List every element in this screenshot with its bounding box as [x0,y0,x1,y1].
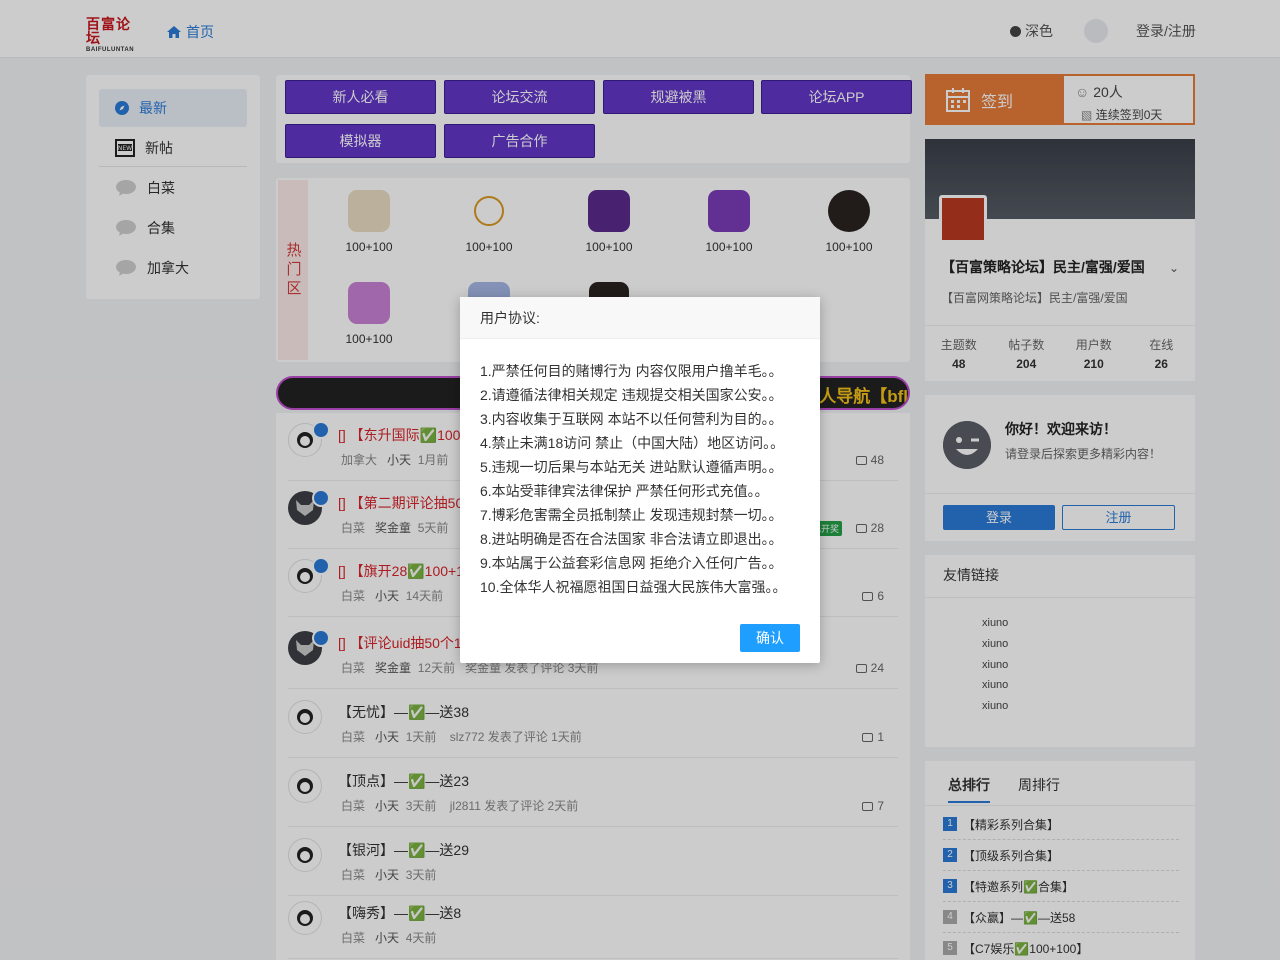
user-agreement-dialog: 用户协议: 1.严禁任何目的赌博行为 内容仅限用户撸羊毛。。 2.请遵循法律相关… [460,297,820,663]
agreement-item: 5.违规一切后果与本站无关 进站默认遵循声明。。 [480,459,783,475]
agreement-item: 7.博彩危害需全员抵制禁止 发现违规封禁一切。。 [480,507,783,523]
agreement-list: 1.严禁任何目的赌博行为 内容仅限用户撸羊毛。。 2.请遵循法律相关规定 违规提… [480,359,786,599]
agreement-item: 9.本站属于公益套彩信息网 拒绝介入任何广告。。 [480,555,783,571]
agreement-item: 4.禁止未满18访问 禁止（中国大陆）地区访问。。 [480,435,785,451]
agreement-item: 2.请遵循法律相关规定 违规提交相关国家公安。。 [480,387,783,403]
agreement-item: 1.严禁任何目的赌博行为 内容仅限用户撸羊毛。。 [480,363,783,379]
agreement-item: 10.全体华人祝福愿祖国日益强大民族伟大富强。。 [480,579,787,595]
dialog-title: 用户协议: [460,297,820,339]
confirm-button[interactable]: 确认 [740,624,800,652]
agreement-item: 6.本站受菲律宾法律保护 严禁任何形式充值。。 [480,483,769,499]
agreement-item: 3.内容收集于互联网 本站不以任何营利为目的。。 [480,411,783,427]
agreement-item: 8.进站明确是否在合法国家 非合法请立即退出。。 [480,531,783,547]
